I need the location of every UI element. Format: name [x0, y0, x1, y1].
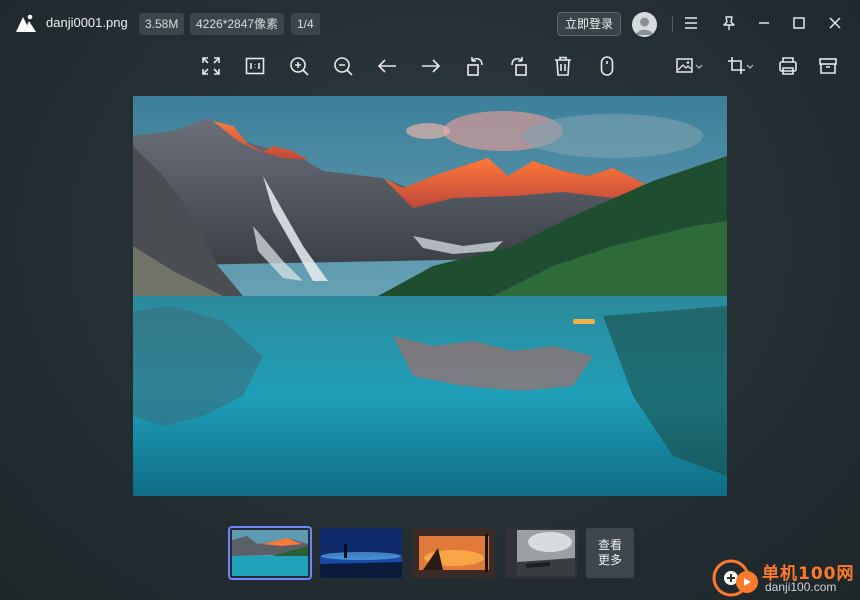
file-size-badge: 3.58M [139, 13, 185, 35]
actual-size-button[interactable] [241, 52, 269, 80]
divider [672, 16, 673, 32]
main-image[interactable] [133, 96, 727, 496]
archive-button[interactable] [814, 52, 842, 80]
thumbnail-image [505, 528, 577, 578]
thumbnail-mountain-lake[interactable] [228, 526, 312, 580]
delete-button[interactable] [549, 52, 577, 80]
mouse-mode-button[interactable] [593, 52, 621, 80]
thumbnail-sunset-window[interactable] [413, 528, 495, 578]
rotate-right-icon [511, 57, 527, 76]
minimize-icon[interactable] [755, 14, 773, 32]
crop-dropdown[interactable] [725, 52, 757, 80]
view-more-button[interactable]: 查看 更多 [586, 528, 634, 578]
arrow-left-icon [377, 59, 396, 73]
login-button[interactable]: 立即登录 [557, 12, 621, 36]
watermark: 单机100网 danji100.com [709, 556, 859, 600]
watermark-logo-icon [712, 559, 758, 597]
zoom-out-icon [334, 57, 353, 76]
thumbnail-night-silhouette[interactable] [320, 528, 402, 578]
print-button[interactable] [774, 52, 802, 80]
file-name: danji0001.png [46, 15, 128, 30]
zoom-in-button[interactable] [285, 52, 313, 80]
thumbnail-image [320, 528, 402, 578]
mountain-lake-photo [133, 96, 727, 496]
image-edit-icon [676, 58, 703, 73]
previous-button[interactable] [373, 52, 401, 80]
image-edit-dropdown[interactable] [674, 52, 706, 80]
rotate-left-icon [467, 57, 483, 76]
close-icon[interactable] [826, 14, 844, 32]
page-counter-badge: 1/4 [291, 13, 320, 35]
fullscreen-button[interactable] [197, 52, 225, 80]
dimensions-badge: 4226*2847像素 [190, 13, 285, 35]
user-icon [636, 17, 653, 35]
menu-icon[interactable] [682, 14, 700, 32]
watermark-site: danji100.com [765, 580, 837, 594]
trash-icon [555, 56, 571, 76]
pin-icon[interactable] [720, 14, 738, 32]
crop-icon [728, 57, 754, 74]
title-bar: danji0001.png 3.58M 4226*2847像素 1/4 立即登录 [0, 0, 860, 46]
next-button[interactable] [417, 52, 445, 80]
rotate-left-button[interactable] [461, 52, 489, 80]
rotate-right-button[interactable] [505, 52, 533, 80]
image-toolbar [0, 52, 860, 82]
archive-icon [819, 58, 837, 74]
zoom-in-icon [290, 57, 309, 76]
avatar[interactable] [632, 12, 657, 37]
zoom-out-button[interactable] [329, 52, 357, 80]
mouse-icon [600, 56, 614, 76]
print-icon [779, 57, 797, 75]
view-more-label: 查看 更多 [597, 538, 622, 567]
thumbnail-black-white-pier[interactable] [505, 528, 587, 578]
actual-size-icon [245, 57, 265, 75]
thumbnail-image [413, 528, 495, 578]
fullscreen-icon [202, 57, 220, 75]
arrow-right-icon [422, 59, 441, 73]
app-logo-icon [16, 14, 36, 32]
maximize-icon[interactable] [790, 14, 808, 32]
thumbnail-image [232, 530, 308, 576]
